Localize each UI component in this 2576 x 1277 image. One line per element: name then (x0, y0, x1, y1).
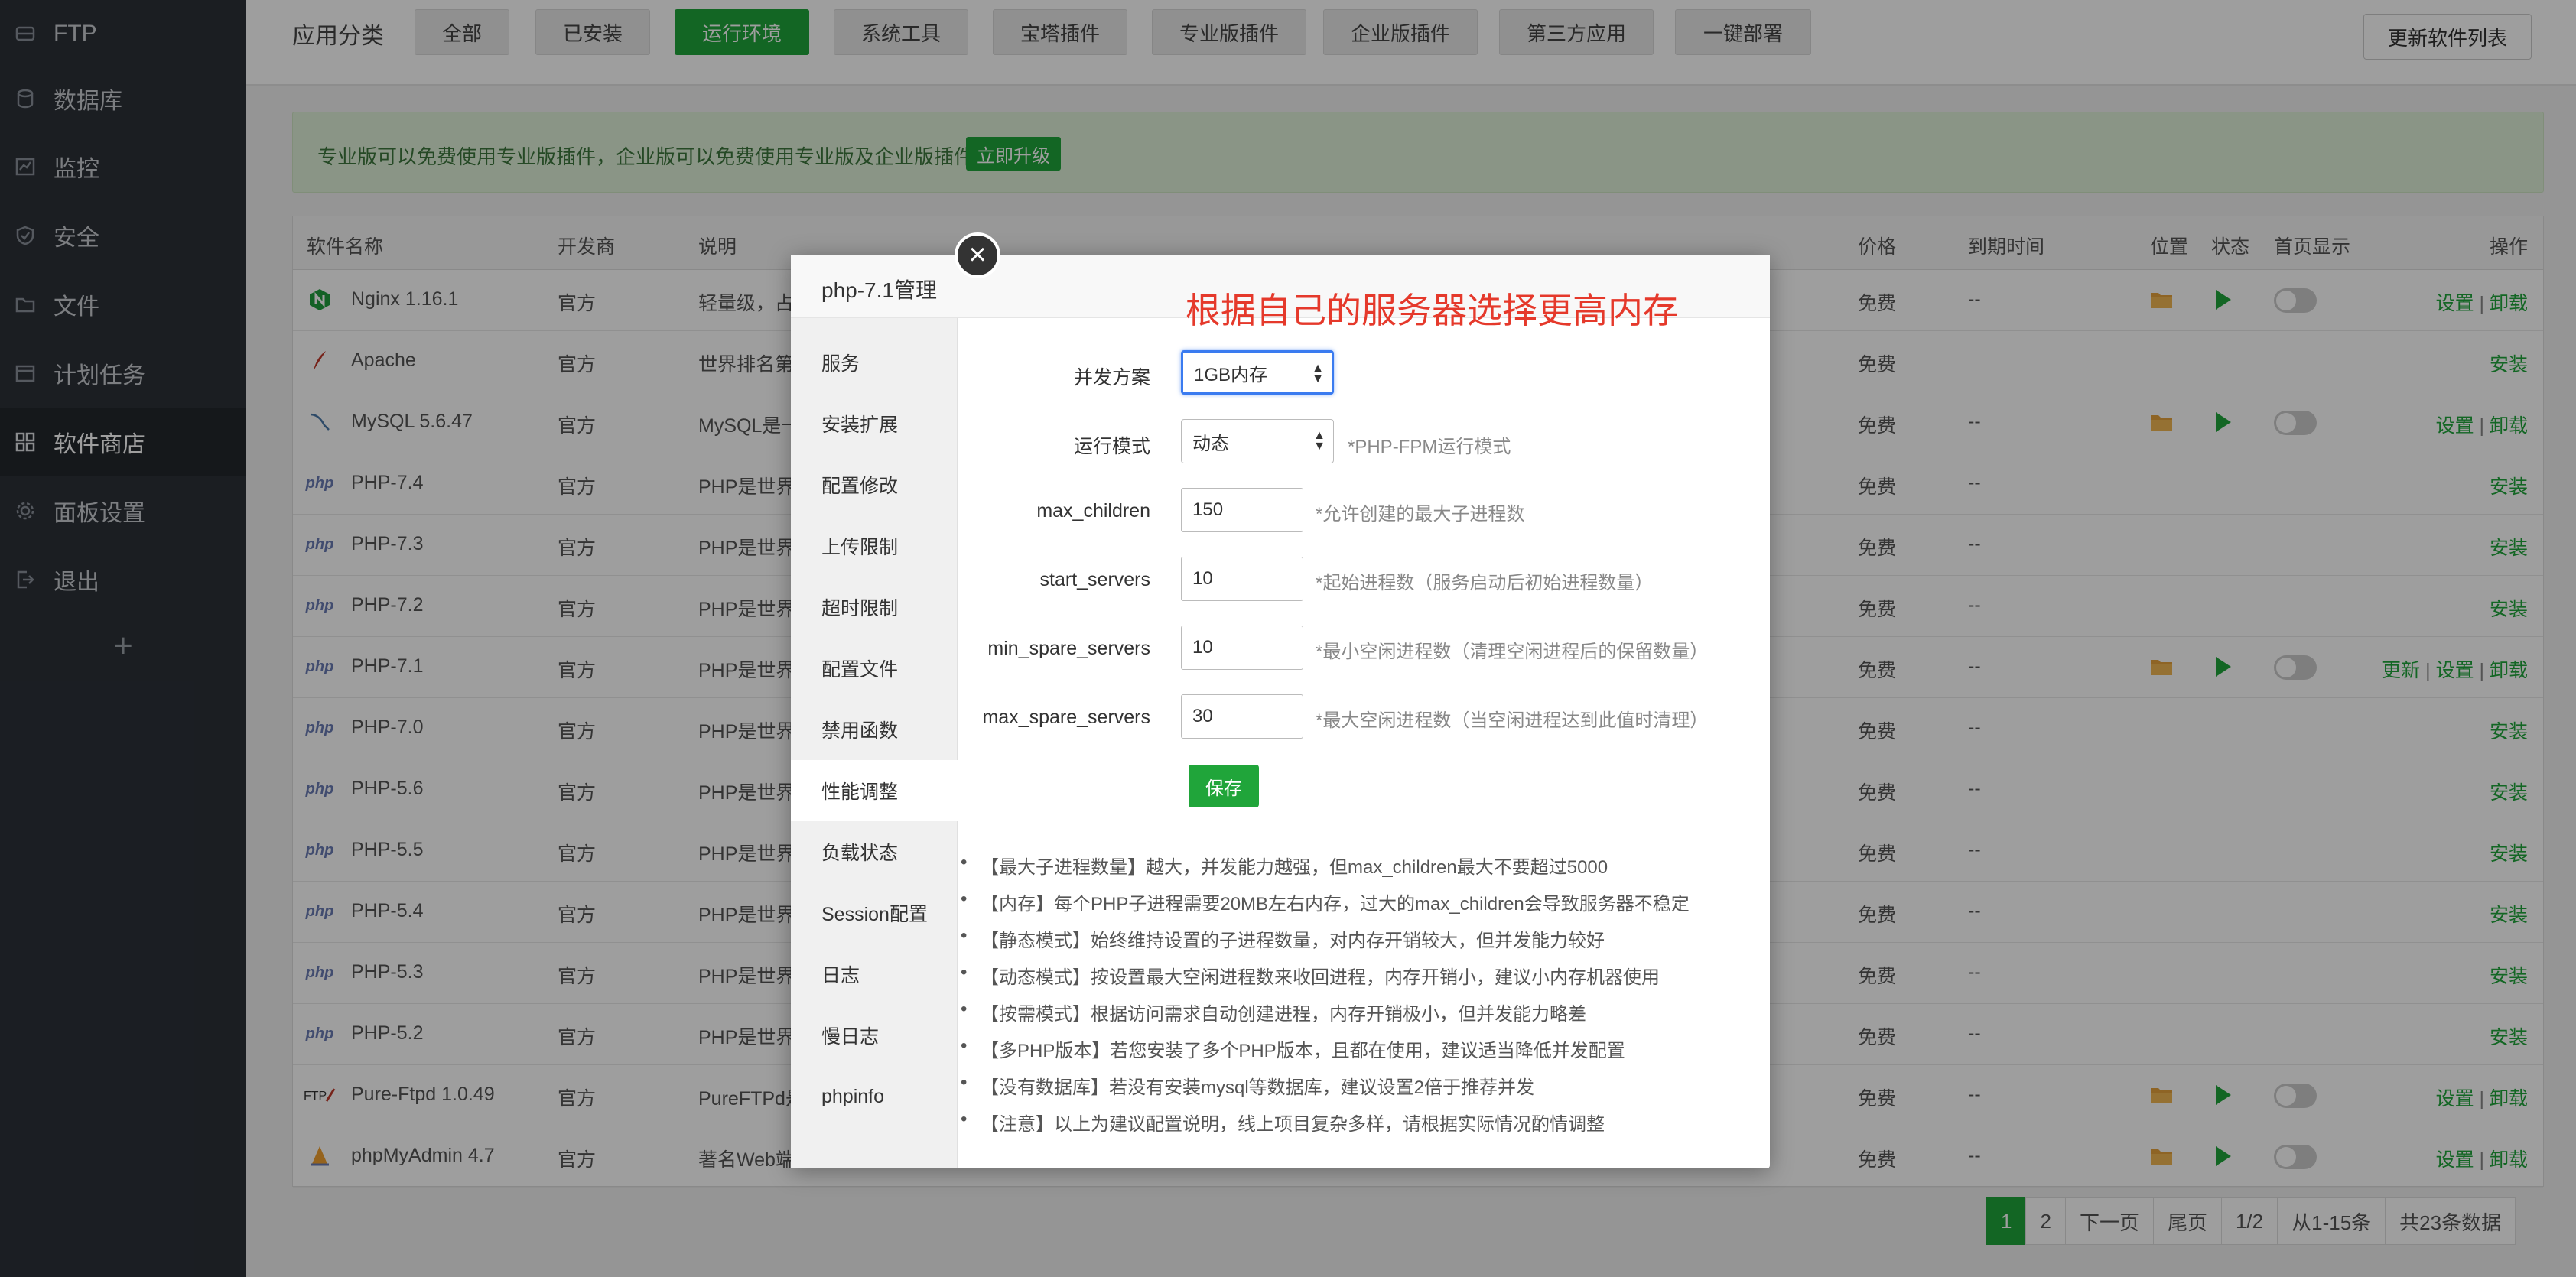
dialog-nav-item[interactable]: phpinfo (791, 1066, 958, 1127)
tip-item: 【静态模式】始终维持设置的子进程数量，对内存开销较大，但并发能力较好 (961, 925, 1605, 952)
select-arrows-icon: ▲ ▼ (1313, 429, 1325, 453)
mode-label: 运行模式 (1073, 436, 1150, 457)
tip-item: 【动态模式】按设置最大空闲进程数来收回进程，内存开销小，建议小内存机器使用 (961, 962, 1660, 989)
start-servers-label: start_servers (1039, 569, 1150, 590)
dialog-nav-item[interactable]: 配置文件 (791, 638, 958, 699)
max-children-note: *允许创建的最大子进程数 (1316, 504, 1525, 525)
max-children-label: max_children (1036, 500, 1150, 522)
mode-select[interactable]: 动态 ▲ ▼ (1181, 419, 1334, 463)
dialog-nav-item[interactable]: 配置修改 (791, 454, 958, 515)
concurrency-value: 1GB内存 (1194, 364, 1268, 385)
dialog-nav-item[interactable]: 服务 (791, 332, 958, 393)
min-spare-label: min_spare_servers (987, 638, 1150, 659)
max-spare-note: *最大空闲进程数（当空闲进程达到此值时清理） (1316, 710, 1709, 731)
tip-item: 【注意】以上为建议配置说明，线上项目复杂多样，请根据实际情况酌情调整 (961, 1109, 1605, 1136)
dialog-nav-item[interactable]: 性能调整 (791, 760, 958, 821)
concurrency-select[interactable]: 1GB内存 ▲ ▼ (1181, 350, 1334, 395)
max-spare-label: max_spare_servers (982, 707, 1150, 728)
concurrency-label: 并发方案 (1073, 367, 1150, 388)
dialog-title: php-7.1管理 (821, 278, 937, 302)
mode-value: 动态 (1192, 433, 1229, 454)
tip-item: 【最大子进程数量】越大，并发能力越强，但max_children最大不要超过50… (961, 852, 1608, 879)
dialog-nav-item[interactable]: 慢日志 (791, 1005, 958, 1066)
dialog-nav-item[interactable]: 安装扩展 (791, 393, 958, 454)
start-servers-note: *起始进程数（服务启动后初始进程数量） (1316, 573, 1654, 593)
tip-item: 【按需模式】根据访问需求自动创建进程，内存开销极小，但并发能力略差 (961, 999, 1586, 1025)
max-children-input[interactable]: 150 (1181, 488, 1303, 532)
dialog-nav-item[interactable]: 超时限制 (791, 577, 958, 638)
dialog-nav-item[interactable]: Session配置 (791, 882, 958, 944)
max-spare-input[interactable]: 30 (1181, 694, 1303, 739)
dialog-nav-item[interactable]: 禁用函数 (791, 699, 958, 760)
select-arrows-icon: ▲ ▼ (1312, 362, 1324, 385)
save-button[interactable]: 保存 (1189, 765, 1259, 807)
tip-item: 【多PHP版本】若您安装了多个PHP版本，且都在使用，建议适当降低并发配置 (961, 1035, 1625, 1062)
min-spare-note: *最小空闲进程数（清理空闲进程后的保留数量） (1316, 642, 1709, 662)
tip-item: 【内存】每个PHP子进程需要20MB左右内存，过大的max_children会导… (961, 889, 1690, 915)
dialog-nav-item[interactable]: 上传限制 (791, 515, 958, 577)
dialog-nav: 服务 安装扩展 配置修改 上传限制 超时限制 配置文件 禁用函数 性能调整 负载状态 Sessio… (791, 318, 958, 1168)
start-servers-input[interactable]: 10 (1181, 557, 1303, 601)
tip-item: 【没有数据库】若没有安装mysql等数据库，建议设置2倍于推荐并发 (961, 1072, 1534, 1099)
min-spare-input[interactable]: 10 (1181, 626, 1303, 670)
dialog-nav-item[interactable]: 负载状态 (791, 821, 958, 882)
dialog-nav-item[interactable]: 日志 (791, 944, 958, 1005)
annotation-hint: 根据自己的服务器选择更高内存 (1186, 291, 1678, 330)
mode-note: *PHP-FPM运行模式 (1348, 437, 1511, 457)
close-dialog-button[interactable]: × (955, 232, 1000, 278)
